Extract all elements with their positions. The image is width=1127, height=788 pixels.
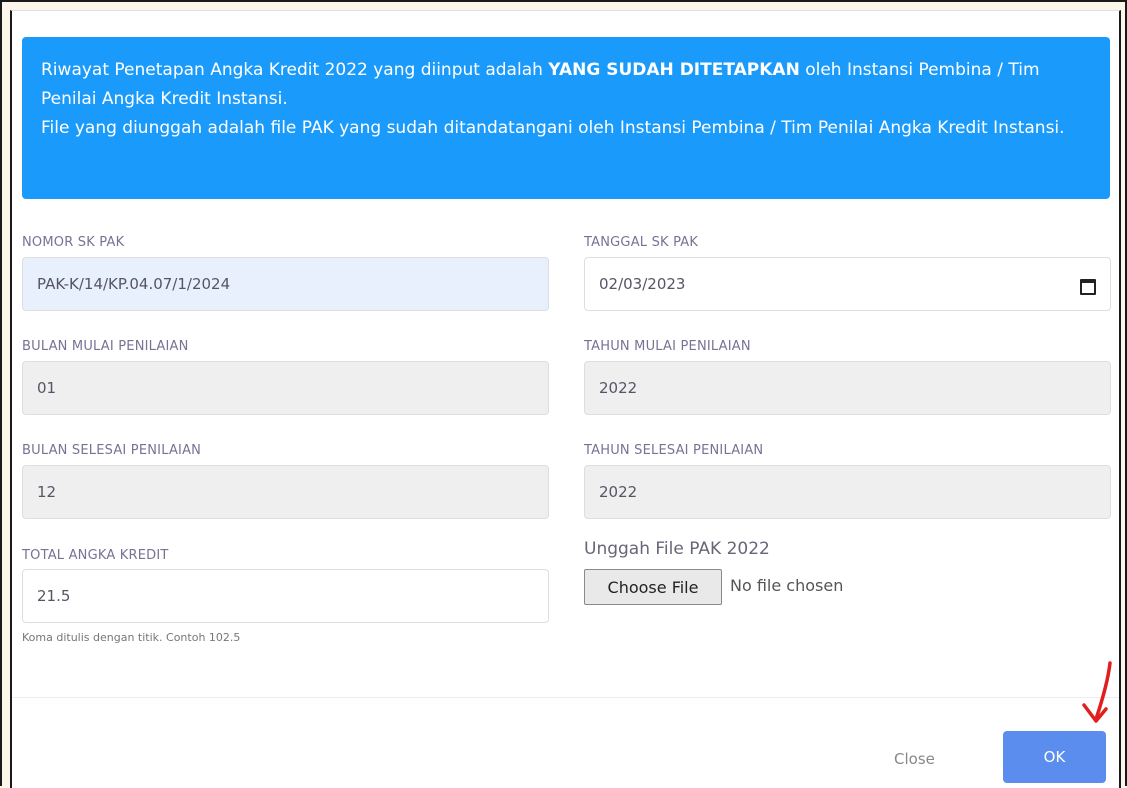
bulan-selesai-label: BULAN SELESAI PENILAIAN	[22, 443, 202, 458]
total-angka-kredit-input[interactable]: 21.5	[22, 569, 549, 623]
nomor-sk-pak-value: PAK-K/14/KP.04.07/1/2024	[37, 275, 231, 293]
total-angka-kredit-value: 21.5	[37, 587, 71, 605]
nomor-sk-pak-input[interactable]: PAK-K/14/KP.04.07/1/2024	[22, 257, 549, 311]
tanggal-sk-pak-value: 02/03/2023	[599, 275, 686, 293]
upload-file-label: Unggah File PAK 2022	[584, 539, 770, 559]
tanggal-sk-pak-label: TANGGAL SK PAK	[584, 235, 699, 250]
tahun-selesai-value: 2022	[599, 483, 638, 501]
nomor-sk-pak-label: NOMOR SK PAK	[22, 235, 125, 250]
close-button[interactable]: Close	[894, 750, 935, 768]
bulan-mulai-label: BULAN MULAI PENILAIAN	[22, 339, 189, 354]
alert-text-bold: YANG SUDAH DITETAPKAN	[548, 60, 800, 80]
calendar-icon[interactable]	[1080, 279, 1096, 295]
total-angka-kredit-hint: Koma ditulis dengan titik. Contoh 102.5	[22, 631, 241, 644]
bulan-mulai-value: 01	[37, 379, 57, 397]
total-angka-kredit-label: TOTAL ANGKA KREDIT	[22, 548, 169, 563]
file-status-text: No file chosen	[730, 576, 844, 595]
info-alert: Riwayat Penetapan Angka Kredit 2022 yang…	[22, 37, 1110, 199]
bulan-selesai-value: 12	[37, 483, 57, 501]
tanggal-sk-pak-input[interactable]: 02/03/2023	[584, 257, 1111, 311]
tahun-mulai-label: TAHUN MULAI PENILAIAN	[584, 339, 751, 354]
alert-text-line2: File yang diunggah adalah file PAK yang …	[41, 118, 1065, 138]
ok-button[interactable]: OK	[1003, 731, 1106, 783]
bulan-mulai-input[interactable]: 01	[22, 361, 549, 415]
bulan-selesai-input[interactable]: 12	[22, 465, 549, 519]
screenshot-frame: Riwayat Penetapan Angka Kredit 2022 yang…	[0, 0, 1127, 788]
choose-file-button[interactable]: Choose File	[584, 569, 722, 605]
tahun-selesai-label: TAHUN SELESAI PENILAIAN	[584, 443, 764, 458]
tahun-selesai-input[interactable]: 2022	[584, 465, 1111, 519]
red-arrow-icon	[1082, 661, 1112, 723]
tahun-mulai-value: 2022	[599, 379, 638, 397]
tahun-mulai-input[interactable]: 2022	[584, 361, 1111, 415]
footer-divider	[12, 697, 1119, 698]
alert-text-part1: Riwayat Penetapan Angka Kredit 2022 yang…	[41, 60, 549, 80]
modal-dialog: Riwayat Penetapan Angka Kredit 2022 yang…	[10, 10, 1121, 788]
